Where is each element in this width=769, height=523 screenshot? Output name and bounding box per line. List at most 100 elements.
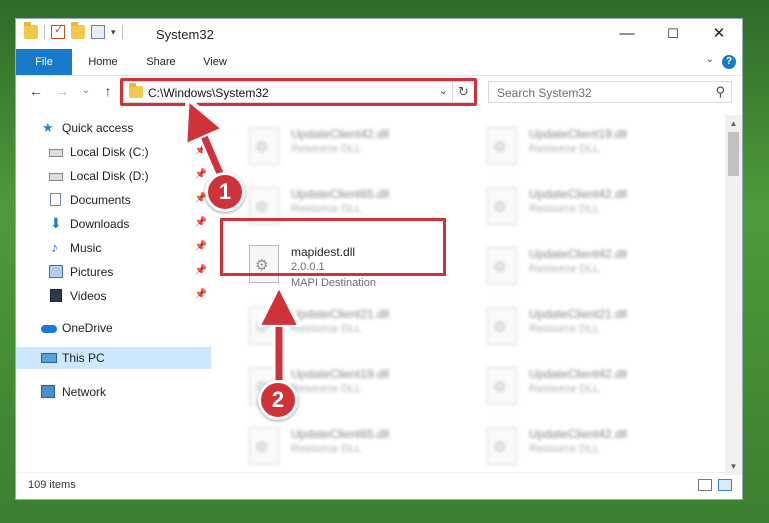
download-icon: ⬇ <box>50 215 62 231</box>
maximize-button[interactable]: ☐ <box>650 19 696 49</box>
sidebar-item-label: OneDrive <box>62 321 113 335</box>
sidebar-item-label: Quick access <box>62 121 134 135</box>
sidebar-item-pictures[interactable]: Pictures 📌 <box>16 261 211 283</box>
back-arrow-icon[interactable]: ← <box>26 83 46 99</box>
address-highlight-box <box>120 78 477 106</box>
forward-arrow-icon[interactable]: → <box>52 83 72 99</box>
file-type: Resource DLL <box>291 143 362 155</box>
file-type: Resource DLL <box>529 203 600 215</box>
new-folder-icon[interactable] <box>71 22 85 39</box>
sidebar-item-label: Network <box>62 385 107 399</box>
file-type: MAPI Destination <box>291 277 376 289</box>
file-name: UpdateClient21.dll <box>529 307 628 321</box>
properties-check-icon[interactable] <box>51 23 65 39</box>
sidebar-item-label: Local Disk (C:) <box>70 145 149 159</box>
tab-view[interactable]: View <box>192 49 238 75</box>
file-type: Resource DLL <box>291 443 362 455</box>
sidebar-item-downloads[interactable]: ⬇ Downloads 📌 <box>16 213 211 235</box>
file-item[interactable]: UpdateClient65.dll Resource DLL <box>241 421 461 473</box>
tab-file[interactable]: File <box>16 49 72 75</box>
dll-file-icon <box>487 367 517 405</box>
file-item[interactable]: UpdateClient42.dll Resource DLL <box>479 421 699 473</box>
file-name: UpdateClient65.dll <box>291 187 390 201</box>
sidebar-item-videos[interactable]: Videos 📌 <box>16 285 211 307</box>
sidebar-item-local-disk-c[interactable]: Local Disk (C:) 📌 <box>16 141 211 163</box>
network-icon <box>41 385 55 398</box>
file-type: Resource DLL <box>529 143 600 155</box>
file-item[interactable]: UpdateClient42.dll Resource DLL <box>241 121 461 173</box>
window-title: System32 <box>156 27 214 42</box>
status-bar: 109 items <box>16 472 742 499</box>
file-type: Resource DLL <box>529 383 600 395</box>
file-list: UpdateClient42.dll Resource DLL UpdateCl… <box>211 115 726 475</box>
up-arrow-icon[interactable]: ↑ <box>98 83 118 99</box>
divider <box>121 25 123 39</box>
dll-file-icon <box>487 187 517 225</box>
document-icon <box>50 193 61 206</box>
file-item[interactable]: UpdateClient21.dll Resource DLL <box>241 301 461 353</box>
file-name: UpdateClient42.dll <box>529 427 628 441</box>
sidebar-item-network[interactable]: Network <box>16 381 211 403</box>
file-name: UpdateClient65.dll <box>291 427 390 441</box>
help-icon[interactable]: ? <box>722 55 736 69</box>
sidebar-item-this-pc[interactable]: This PC <box>16 347 211 369</box>
file-name: UpdateClient42.dll <box>529 367 628 381</box>
dll-file-icon <box>249 127 279 165</box>
customize-dropdown-icon[interactable]: ▾ <box>111 27 116 38</box>
file-item[interactable]: UpdateClient42.dll Resource DLL <box>479 241 699 293</box>
file-type: Resource DLL <box>529 443 600 455</box>
scroll-thumb[interactable] <box>728 132 739 176</box>
file-item[interactable]: UpdateClient19.dll Resource DLL <box>479 121 699 173</box>
sidebar-item-label: Videos <box>70 289 107 303</box>
sidebar-item-label: Documents <box>70 193 131 207</box>
chevron-down-icon[interactable]: ⌄ <box>706 54 714 65</box>
dll-file-icon <box>487 247 517 285</box>
drive-icon <box>49 149 63 157</box>
tab-home[interactable]: Home <box>78 49 128 75</box>
drive-icon <box>49 173 63 181</box>
dll-file-icon <box>249 427 279 465</box>
search-placeholder: Search System32 <box>497 86 592 100</box>
file-type: Resource DLL <box>291 383 362 395</box>
file-type: Resource DLL <box>529 323 600 335</box>
file-item[interactable]: UpdateClient42.dll Resource DLL <box>479 181 699 233</box>
recent-locations-icon[interactable]: ⌄ <box>76 85 96 96</box>
close-button[interactable]: ✕ <box>696 19 742 49</box>
star-icon: ★ <box>42 120 54 135</box>
ribbon-tabs: File Home Share View ⌄ ? <box>16 49 742 76</box>
properties-icon[interactable] <box>91 25 105 39</box>
folder-icon[interactable] <box>24 22 38 39</box>
file-name: UpdateClient42.dll <box>529 247 628 261</box>
dll-file-icon <box>487 427 517 465</box>
vertical-scrollbar[interactable]: ▲ ▼ <box>725 115 742 475</box>
sidebar-item-documents[interactable]: Documents 📌 <box>16 189 211 211</box>
sidebar-item-onedrive[interactable]: OneDrive <box>16 317 211 339</box>
sidebar-item-label: Downloads <box>70 217 130 231</box>
divider <box>44 25 45 39</box>
pin-icon: 📌 <box>194 145 207 156</box>
picture-icon <box>49 265 63 278</box>
computer-icon <box>41 353 57 363</box>
file-name: UpdateClient19.dll <box>529 127 628 141</box>
sidebar-item-quick-access[interactable]: ★ Quick access <box>16 117 211 139</box>
sidebar-item-label: Music <box>70 241 102 255</box>
step-one-badge: 1 <box>205 172 245 212</box>
pin-icon: 📌 <box>194 289 207 300</box>
sidebar-item-music[interactable]: ♪ Music 📌 <box>16 237 211 259</box>
navigation-bar: ← → ⌄ ↑ C:\Windows\System32 ⌄ ↻ Search S… <box>16 75 742 109</box>
tab-share[interactable]: Share <box>136 49 186 75</box>
search-input[interactable]: Search System32 ⚲ <box>488 81 732 103</box>
minimize-button[interactable]: — <box>604 19 650 49</box>
file-name: UpdateClient19.dll <box>291 367 390 381</box>
sidebar-item-local-disk-d[interactable]: Local Disk (D:) 📌 <box>16 165 211 187</box>
large-icons-view-icon[interactable] <box>718 479 732 491</box>
dll-file-icon <box>487 307 517 345</box>
scroll-up-icon[interactable]: ▲ <box>725 115 742 132</box>
file-type: Resource DLL <box>291 323 362 335</box>
pin-icon: 📌 <box>194 169 207 180</box>
file-item[interactable]: UpdateClient42.dll Resource DLL <box>479 361 699 413</box>
file-item[interactable]: UpdateClient21.dll Resource DLL <box>479 301 699 353</box>
sidebar-item-label: Pictures <box>70 265 114 279</box>
details-view-icon[interactable] <box>698 479 712 491</box>
cloud-icon <box>41 325 57 333</box>
